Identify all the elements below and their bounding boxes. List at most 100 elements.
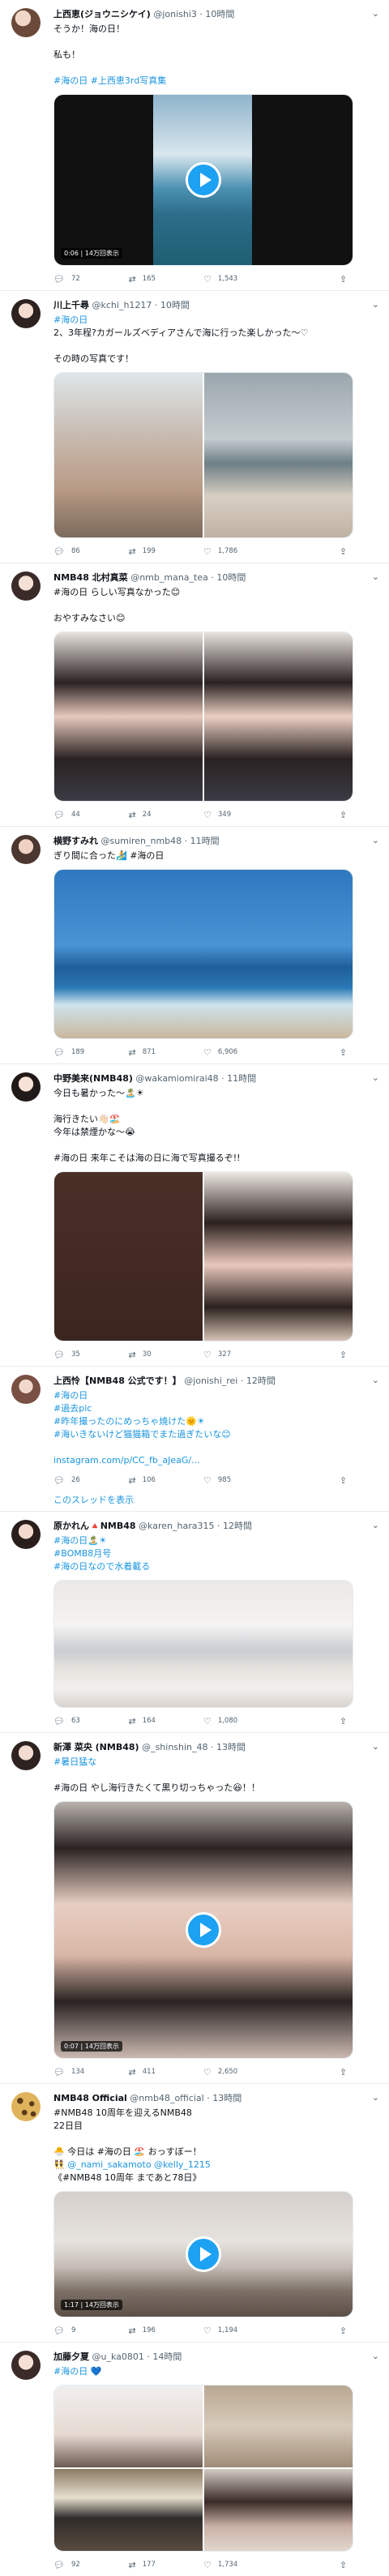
- retweet-button[interactable]: ⇄ 106: [129, 1475, 204, 1486]
- tweet[interactable]: ⌄ 上西恵(ジョウニシケイ) @jonishi3 · 10時間 そうか！海の日！…: [0, 0, 389, 291]
- hashtag[interactable]: #海の日: [53, 1389, 381, 1402]
- handle[interactable]: @u_ka0801: [92, 2351, 144, 2362]
- share-button[interactable]: ⇪: [279, 2560, 354, 2570]
- hashtag[interactable]: #BOMB8月号: [53, 1547, 381, 1560]
- like-button[interactable]: ♡ 1,194: [203, 2326, 279, 2336]
- share-button[interactable]: ⇪: [279, 2067, 354, 2077]
- reply-button[interactable]: 💬︎ 26: [53, 1475, 129, 1486]
- timestamp[interactable]: 10時間: [205, 9, 234, 19]
- display-name[interactable]: 新澤 菜央 (NMB48): [53, 1742, 139, 1752]
- photo[interactable]: [54, 373, 203, 537]
- like-button[interactable]: ♡ 327: [203, 1350, 279, 1360]
- display-name[interactable]: NMB48 北村真菜: [53, 572, 128, 583]
- handle[interactable]: @jonishi_rei: [184, 1376, 237, 1386]
- play-icon[interactable]: [186, 1912, 221, 1948]
- timestamp[interactable]: 10時間: [216, 572, 246, 583]
- avatar[interactable]: [11, 1741, 41, 1770]
- timestamp[interactable]: 12時間: [246, 1376, 276, 1386]
- avatar[interactable]: [11, 299, 41, 328]
- timestamp[interactable]: 11時間: [190, 836, 220, 846]
- reply-button[interactable]: 💬︎ 72: [53, 274, 129, 285]
- play-icon[interactable]: [186, 162, 221, 198]
- photo[interactable]: [53, 869, 353, 1039]
- like-button[interactable]: ♡ 2,650: [203, 2067, 279, 2077]
- handle[interactable]: @sumiren_nmb48: [101, 836, 182, 846]
- photo[interactable]: [54, 1172, 203, 1341]
- retweet-button[interactable]: ⇄ 164: [129, 1716, 204, 1727]
- video-player[interactable]: 0:06 | 14万回表示: [53, 94, 353, 266]
- handle[interactable]: @karen_hara315: [139, 1521, 214, 1531]
- retweet-button[interactable]: ⇄ 30: [129, 1350, 204, 1360]
- photo[interactable]: [53, 1580, 353, 1708]
- retweet-button[interactable]: ⇄ 165: [129, 274, 204, 285]
- chevron-down-icon[interactable]: ⌄: [372, 2351, 379, 2361]
- display-name[interactable]: 上西怜【NMB48 公式です！】: [53, 1376, 182, 1386]
- hashtags[interactable]: #海の日 #上西恵3rd写真集: [53, 75, 381, 88]
- reply-button[interactable]: 💬︎ 189: [53, 1047, 129, 1058]
- avatar[interactable]: [11, 835, 41, 864]
- chevron-down-icon[interactable]: ⌄: [372, 1072, 379, 1083]
- share-button[interactable]: ⇪: [279, 546, 354, 557]
- chevron-down-icon[interactable]: ⌄: [372, 571, 379, 582]
- hashtag[interactable]: #海の日: [53, 314, 381, 327]
- avatar[interactable]: [11, 1375, 41, 1404]
- display-name[interactable]: 原かれん🔺NMB48: [53, 1521, 136, 1531]
- video-player[interactable]: 1:17 | 14万回表示: [53, 2191, 353, 2317]
- reply-button[interactable]: 💬︎ 92: [53, 2560, 129, 2570]
- reply-button[interactable]: 💬︎ 9: [53, 2326, 129, 2336]
- like-button[interactable]: ♡ 1,543: [203, 274, 279, 285]
- chevron-down-icon[interactable]: ⌄: [372, 835, 379, 845]
- photo[interactable]: [204, 632, 353, 801]
- like-button[interactable]: ♡ 985: [203, 1475, 279, 1486]
- reply-button[interactable]: 💬︎ 134: [53, 2067, 129, 2077]
- tweet[interactable]: ⌄ 原かれん🔺NMB48 @karen_hara315 · 12時間 #海の日🏝…: [0, 1512, 389, 1733]
- retweet-button[interactable]: ⇄ 24: [129, 810, 204, 820]
- like-button[interactable]: ♡ 349: [203, 810, 279, 820]
- like-button[interactable]: ♡ 1,734: [203, 2560, 279, 2570]
- retweet-button[interactable]: ⇄ 871: [129, 1047, 204, 1058]
- timestamp[interactable]: 10時間: [160, 300, 190, 310]
- avatar[interactable]: [11, 1072, 41, 1102]
- photo[interactable]: [204, 2386, 353, 2467]
- hashtag[interactable]: #昨年撮ったのにめっちゃ焼けた🌞☀: [53, 1415, 381, 1428]
- handle[interactable]: @wakamiomirai48: [135, 1073, 218, 1084]
- timestamp[interactable]: 14時間: [152, 2351, 182, 2362]
- retweet-button[interactable]: ⇄ 177: [129, 2560, 204, 2570]
- video-player[interactable]: 0:07 | 14万回表示: [53, 1801, 353, 2059]
- hashtag[interactable]: #海の日 💙: [53, 2365, 381, 2378]
- retweet-button[interactable]: ⇄ 199: [129, 546, 204, 557]
- chevron-down-icon[interactable]: ⌄: [372, 299, 379, 310]
- hashtag[interactable]: #暑日猛な: [53, 1756, 381, 1769]
- handle[interactable]: @nmb48_official: [130, 2093, 203, 2103]
- tweet[interactable]: ⌄ 上西怜【NMB48 公式です！】 @jonishi_rei · 12時間 #…: [0, 1367, 389, 1512]
- display-name[interactable]: 加藤夕夏: [53, 2351, 89, 2362]
- timestamp[interactable]: 12時間: [223, 1521, 252, 1531]
- chevron-down-icon[interactable]: ⌄: [372, 8, 379, 19]
- timestamp[interactable]: 11時間: [227, 1073, 256, 1084]
- reply-button[interactable]: 💬︎ 86: [53, 546, 129, 557]
- tweet[interactable]: ⌄ 加藤夕夏 @u_ka0801 · 14時間 #海の日 💙 💬︎ 92 ⇄ 177…: [0, 2343, 389, 2576]
- photo[interactable]: [204, 2469, 353, 2551]
- avatar[interactable]: [11, 2351, 41, 2380]
- chevron-down-icon[interactable]: ⌄: [372, 2092, 379, 2103]
- tweet[interactable]: ⌄ 新澤 菜央 (NMB48) @_shinshin_48 · 13時間 #暑日…: [0, 1733, 389, 2084]
- hashtag[interactable]: #海の日なので水着載る: [53, 1560, 381, 1573]
- share-button[interactable]: ⇪: [279, 1716, 354, 1727]
- share-button[interactable]: ⇪: [279, 274, 354, 285]
- like-button[interactable]: ♡ 1,080: [203, 1716, 279, 1727]
- display-name[interactable]: 上西恵(ジョウニシケイ): [53, 9, 151, 19]
- photo[interactable]: [204, 1172, 353, 1341]
- display-name[interactable]: 中野美来(NMB48): [53, 1073, 133, 1084]
- tweet[interactable]: ⌄ NMB48 北村真菜 @nmb_mana_tea · 10時間 #海の日 ら…: [0, 563, 389, 827]
- mentions[interactable]: 👯 @_nami_sakamoto @kelly_1215: [53, 2159, 381, 2172]
- handle[interactable]: @nmb_mana_tea: [130, 572, 208, 583]
- tweet[interactable]: ⌄ 横野すみれ @sumiren_nmb48 · 11時間 ぎり間に合った🏄 #…: [0, 827, 389, 1064]
- chevron-down-icon[interactable]: ⌄: [372, 1375, 379, 1385]
- display-name[interactable]: NMB48 Official: [53, 2093, 127, 2103]
- handle[interactable]: @jonishi3: [153, 9, 197, 19]
- show-thread-link[interactable]: このスレッドを表示: [53, 1493, 381, 1506]
- avatar[interactable]: [11, 571, 41, 601]
- handle[interactable]: @_shinshin_48: [142, 1742, 207, 1752]
- share-button[interactable]: ⇪: [279, 2326, 354, 2336]
- photo[interactable]: [204, 373, 353, 537]
